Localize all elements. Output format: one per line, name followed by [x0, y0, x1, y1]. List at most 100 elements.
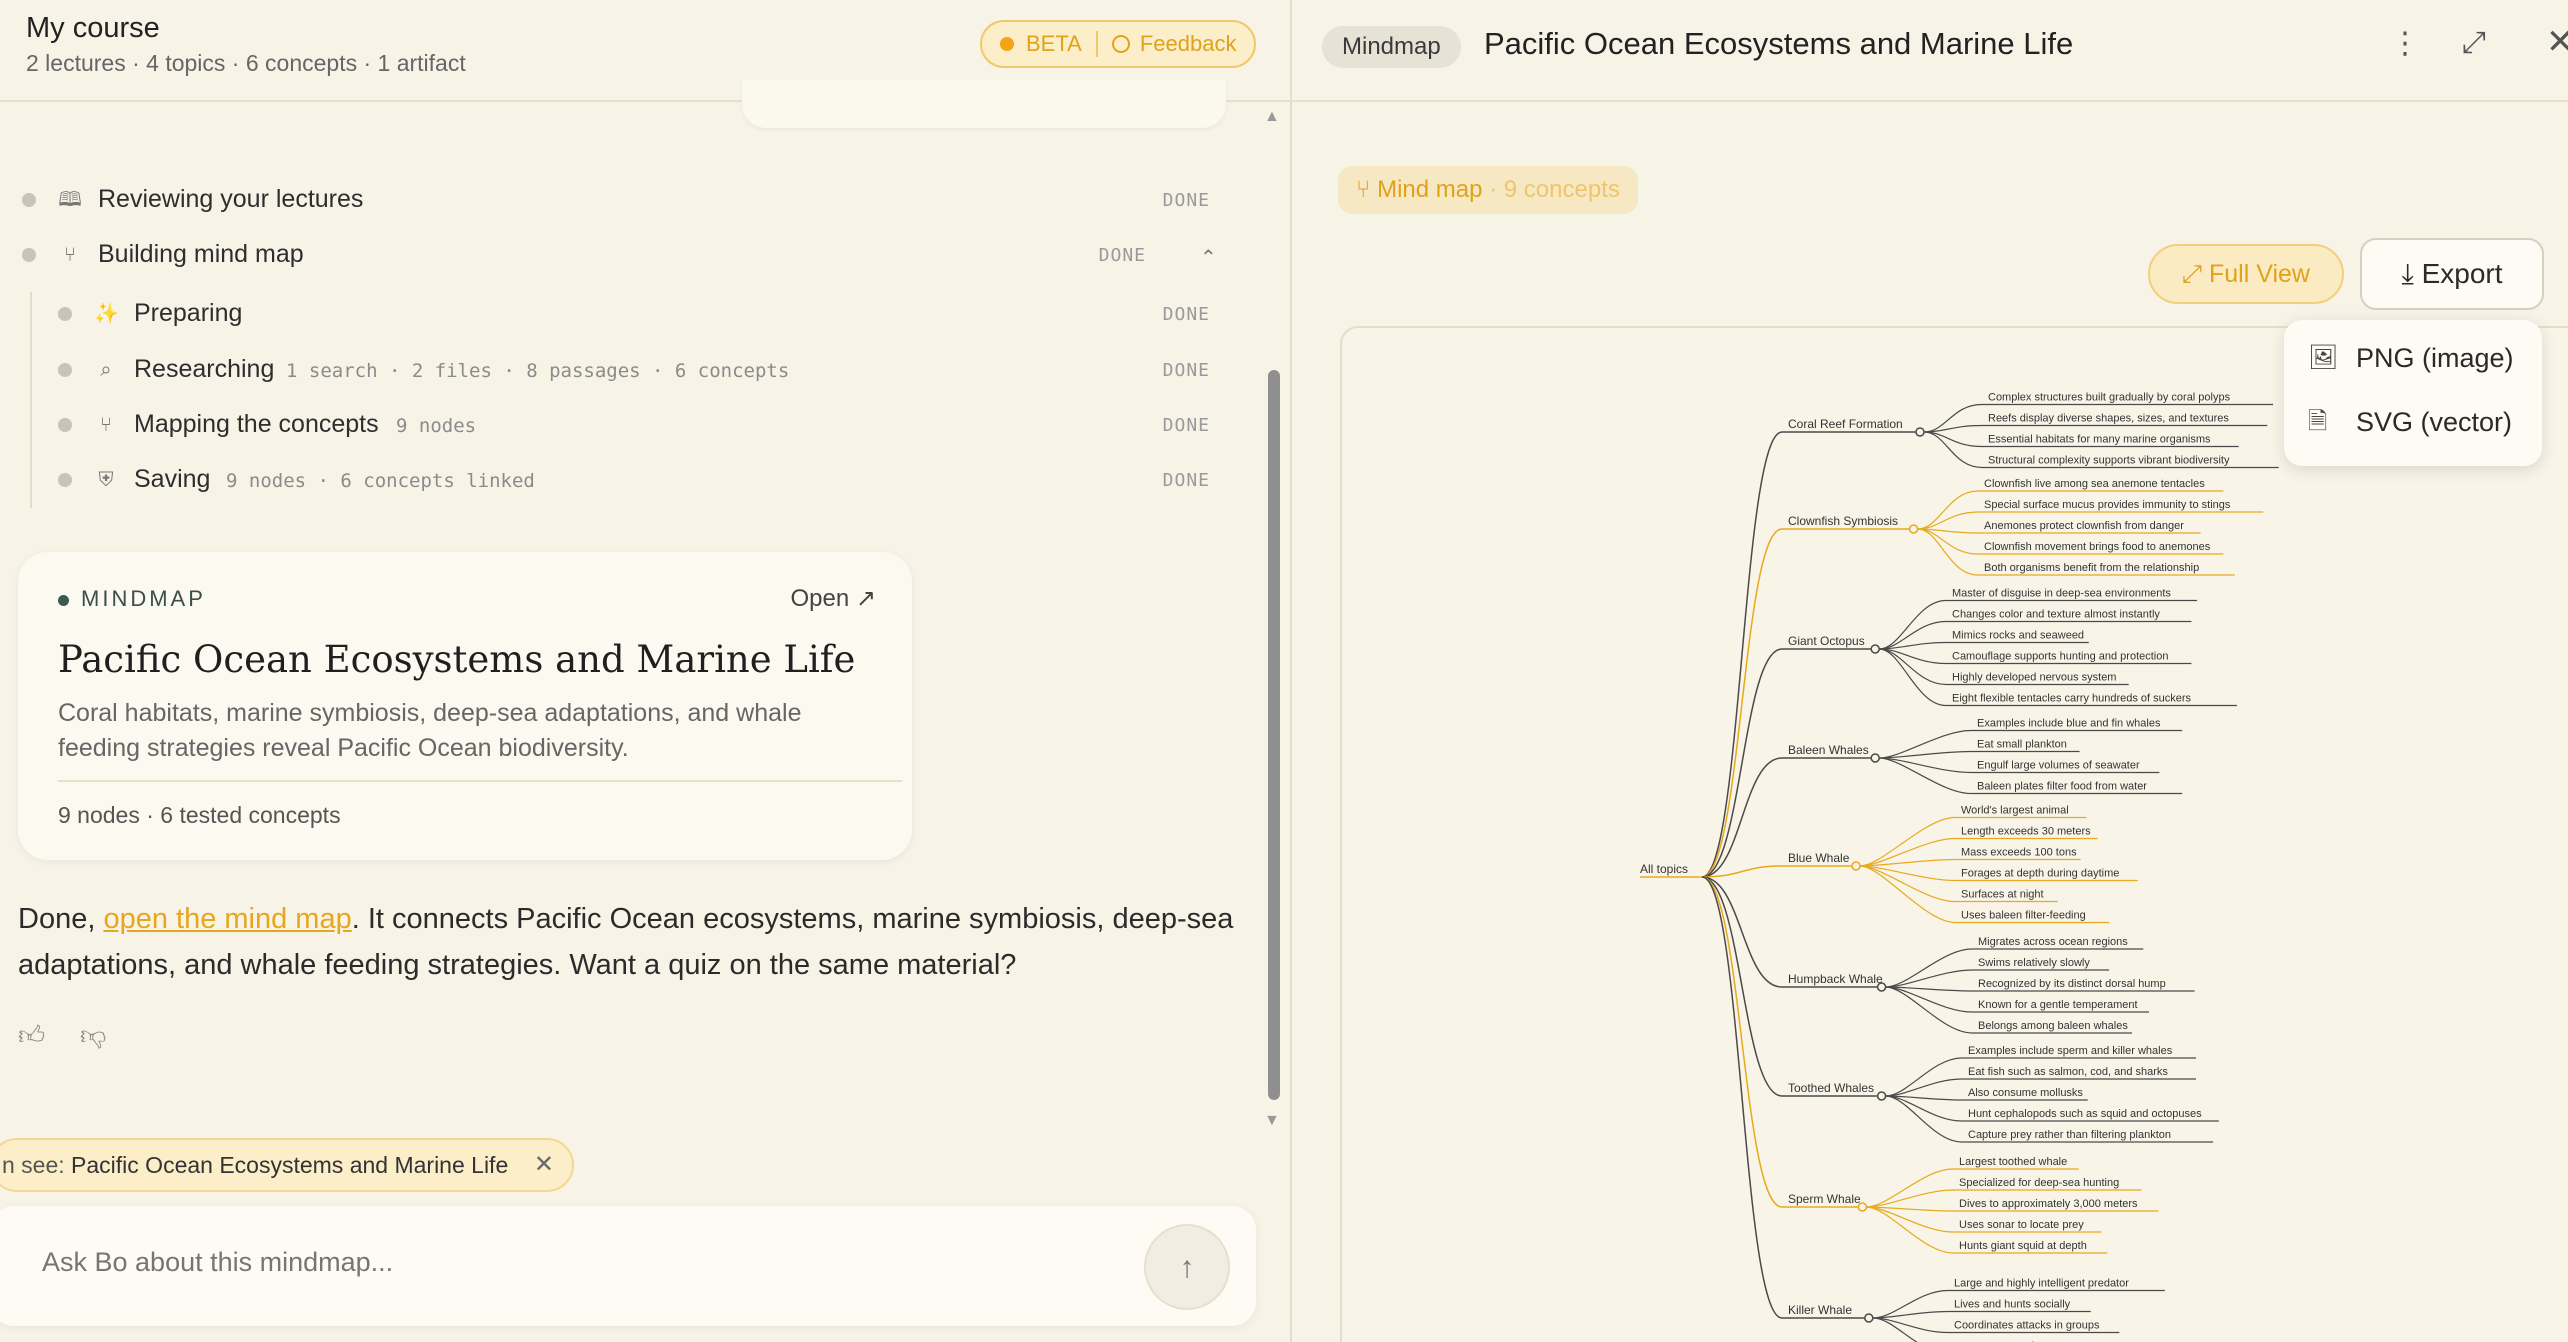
- step-status: DONE: [1162, 304, 1210, 325]
- step-building-mind-map[interactable]: ⑂ Building mind map DONE ⌃: [0, 235, 1240, 275]
- arrow-up-right-icon[interactable]: ↗: [856, 585, 876, 612]
- step-status: DONE: [1162, 360, 1210, 381]
- mindmap-leaf-label: Camouflage supports hunting and protecti…: [1952, 651, 2168, 663]
- chevron-up-icon[interactable]: ⌃: [1200, 245, 1217, 270]
- pill-divider: [1095, 31, 1098, 57]
- mindmap-leaf-label: Examples include blue and fin whales: [1977, 718, 2161, 730]
- branch-node-dot[interactable]: [1876, 982, 1887, 992]
- leaf-connector: [1879, 648, 1947, 686]
- export-button[interactable]: ⤓ Export: [2360, 238, 2544, 310]
- step-dot-icon: [58, 307, 72, 321]
- leaf-connector: [1859, 865, 1956, 924]
- mindmap-branch-label[interactable]: Humpback Whale: [1788, 972, 1883, 986]
- export-png-label[interactable]: PNG (image): [2356, 343, 2514, 373]
- mindmap-branch-label[interactable]: Baleen Whales: [1788, 743, 1869, 757]
- reply-text-before: Done,: [18, 903, 104, 935]
- mindmap-canvas[interactable]: All topics Coral Reef Formation Complex st…: [1340, 326, 2568, 1342]
- code-file-icon: 🗎︎: [2308, 408, 2328, 435]
- branch-icon: ⑂: [1356, 176, 1371, 203]
- feedback-icon[interactable]: [1111, 35, 1130, 53]
- mindmap-branch-label[interactable]: Toothed Whales: [1788, 1081, 1874, 1095]
- branch-node-dot[interactable]: [1851, 861, 1861, 871]
- shield-icon: ⛨: [98, 469, 114, 491]
- mindmap-leaf-label: Examples include sperm and killer whales: [1968, 1045, 2173, 1057]
- leaf-connector: [1879, 757, 1972, 795]
- card-stats: 9 nodes · 6 tested concepts: [58, 802, 341, 828]
- mindmap-leaf-label: Reefs display diverse shapes, sizes, and…: [1988, 413, 2229, 425]
- full-view-button[interactable]: ⤢ Full View: [2148, 244, 2344, 304]
- branch-node-dot[interactable]: [1864, 1313, 1874, 1323]
- mindmap-leaf-label: Clownfish movement brings food to anemon…: [1984, 541, 2211, 553]
- leaf-connector: [1885, 969, 1973, 988]
- arrow-up-icon[interactable]: ↑: [1180, 1251, 1195, 1284]
- mindmap-leaf-label: Clownfish live among sea anemone tentacl…: [1984, 478, 2205, 490]
- thumbs-up-icon[interactable]: 👍︎: [18, 1020, 48, 1050]
- leaf-connector: [1872, 1317, 1918, 1342]
- step-status: DONE: [1162, 415, 1210, 436]
- mindmap-branch-label[interactable]: Blue Whale: [1788, 851, 1850, 865]
- send-button[interactable]: ↑: [1144, 1224, 1230, 1310]
- mindmap-branch-label[interactable]: Killer Whale: [1788, 1303, 1852, 1317]
- mindmap-leaf-label: Surfaces at night: [1961, 889, 2044, 901]
- mindmap-branch-label[interactable]: Clownfish Symbiosis: [1788, 514, 1898, 528]
- mindmap-leaf-label: Both organisms benefit from the relation…: [1984, 562, 2199, 574]
- scrollbar-thumb[interactable]: [1268, 370, 1280, 1100]
- branch-node-dot[interactable]: [1857, 1202, 1868, 1212]
- leaf-connector: [1859, 865, 1956, 882]
- thumbs-down-icon[interactable]: 👎︎: [80, 1020, 110, 1050]
- scroll-down-arrow-icon[interactable]: ▼: [1264, 1112, 1280, 1130]
- branch-node-dot[interactable]: [1908, 524, 1919, 534]
- mindmap-branch-label[interactable]: Giant Octopus: [1788, 634, 1865, 648]
- book-icon: 🕮: [58, 189, 82, 211]
- mindmap-leaf-label: Highly developed nervous system: [1952, 672, 2116, 684]
- close-icon[interactable]: ✕: [534, 1140, 554, 1190]
- branch-node-dot[interactable]: [1876, 1091, 1887, 1101]
- open-mind-map-link[interactable]: open the mind map: [103, 903, 351, 935]
- step-label: Building mind map: [98, 240, 304, 268]
- card-kind-text: MINDMAP: [81, 586, 206, 611]
- card-open-link[interactable]: Open ↗: [791, 584, 877, 613]
- branch-icon: ⑂: [64, 244, 76, 266]
- leaf-connector: [1866, 1168, 1954, 1208]
- branch-node-dot[interactable]: [1870, 753, 1880, 763]
- mindmap-leaf-label: Known for a gentle temperament: [1978, 999, 2138, 1011]
- export-svg-label[interactable]: SVG (vector): [2356, 407, 2512, 437]
- branch-node-dot[interactable]: [1915, 427, 1925, 437]
- mindmap-leaf-label: World's largest animal: [1961, 805, 2069, 817]
- leaf-connector: [1917, 490, 1979, 530]
- export-svg-option[interactable]: 🗎︎ SVG (vector): [2284, 392, 2542, 452]
- expand-icon[interactable]: ⤢: [2462, 26, 2486, 60]
- step-label: Mapping the concepts: [134, 410, 379, 438]
- mindmap-leaf-label: Uses sonar to locate prey: [1959, 1219, 2084, 1231]
- leaf-connector: [1866, 1189, 1954, 1208]
- close-panel-icon[interactable]: ✕: [2546, 22, 2568, 62]
- leaf-connector: [1866, 1206, 1954, 1254]
- card-kind-label: MINDMAP: [58, 586, 206, 612]
- mindmap-artifact-card[interactable]: MINDMAP Open ↗ Pacific Ocean Ecosystems …: [18, 552, 912, 860]
- mindmap-branch-label[interactable]: Coral Reef Formation: [1788, 417, 1903, 431]
- mindmap-leaf-label: Structural complexity supports vibrant b…: [1988, 455, 2230, 467]
- substep-preparing: ✨ Preparing DONE: [0, 294, 1240, 334]
- mindmap-leaf-label: Recognized by its distinct dorsal hump: [1978, 978, 2166, 990]
- mindmap-leaf-label: Coordinates attacks in groups: [1954, 1320, 2100, 1332]
- scroll-up-arrow-icon[interactable]: ▲: [1264, 108, 1280, 126]
- leaf-connector: [1872, 1310, 1949, 1319]
- mindmap-leaf-label: Lives and hunts socially: [1954, 1299, 2071, 1311]
- ask-input[interactable]: [40, 1246, 1044, 1279]
- sparkle-icon: ✨: [94, 303, 119, 325]
- step-detail: 9 nodes · 6 concepts linked: [226, 470, 535, 492]
- leaf-connector: [1859, 816, 1956, 867]
- mindmap-leaf-label: Essential habitats for many marine organ…: [1988, 434, 2211, 446]
- branch-node-dot[interactable]: [1870, 644, 1880, 654]
- feedback-button[interactable]: Feedback: [1140, 31, 1237, 57]
- mindmap-leaf-label: Changes color and texture almost instant…: [1952, 609, 2160, 621]
- more-options-icon[interactable]: ⋮: [2390, 26, 2420, 61]
- step-dot-icon: [58, 473, 72, 487]
- export-png-option[interactable]: 🖼︎ PNG (image): [2284, 328, 2542, 388]
- leaf-connector: [1923, 424, 1983, 433]
- mindmap-leaf-label: Master of disguise in deep-sea environme…: [1952, 588, 2171, 600]
- chip-count: · 9 concepts: [1489, 176, 1620, 203]
- mindmap-branch-label[interactable]: Sperm Whale: [1788, 1192, 1861, 1206]
- mindmap-chip: ⑂ Mind map · 9 concepts: [1338, 166, 1638, 214]
- open-label[interactable]: Open: [791, 585, 850, 612]
